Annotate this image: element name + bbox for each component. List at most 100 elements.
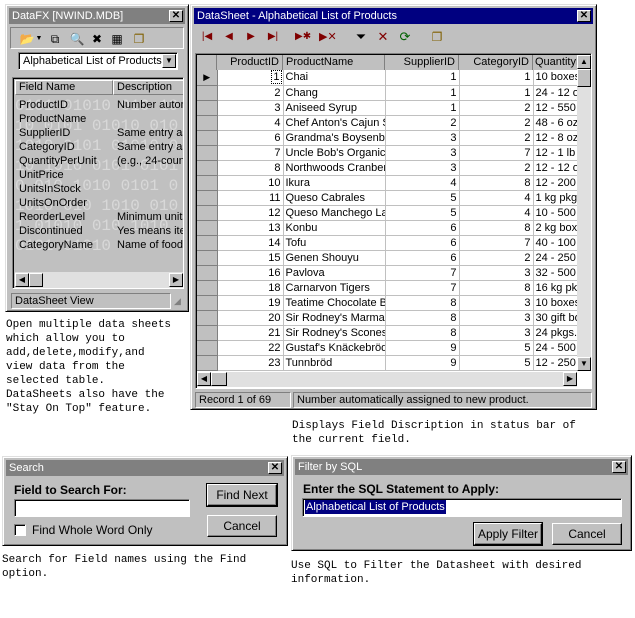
table-row[interactable]: 20 Sir Rodney's Marmal 8 3 30 gift bo [197,310,578,326]
table-row[interactable]: 21 Sir Rodney's Scones 8 3 24 pkgs. [197,325,578,341]
grid-cell[interactable]: 5 [459,355,534,371]
close-icon[interactable]: ✕ [612,461,626,473]
grid-cell[interactable]: 13 [217,220,284,236]
field-row[interactable]: ProductName [17,112,183,126]
grid-cell[interactable]: 20 [217,310,284,326]
grid-cell[interactable]: 2 [459,130,534,146]
field-row[interactable]: QuantityPerUnit (e.g., 24-count [17,154,183,168]
grid-cell[interactable]: 11 [217,190,284,206]
table-row[interactable]: 15 Genen Shouyu 6 2 24 - 250 [197,250,578,266]
grid-cell[interactable]: 8 [385,295,460,311]
row-selector[interactable] [197,355,218,371]
grid-cell[interactable]: 4 [385,175,460,191]
grid-cell[interactable]: 19 [217,295,284,311]
remove-filter-icon[interactable]: ✕ [375,29,391,45]
search-cancel-button[interactable]: Cancel [207,515,277,537]
row-selector[interactable] [197,220,218,236]
table-row[interactable]: ▶ 1 Chai 1 1 10 boxes [197,70,578,86]
grid-cell[interactable]: Teatime Chocolate B [283,295,386,311]
field-row[interactable]: UnitsInStock [17,182,183,196]
table-row[interactable]: 8 Northwoods Cranber 3 2 12 - 12 o [197,160,578,176]
table-row[interactable]: 6 Grandma's Boysenbe 3 2 12 - 8 oz [197,130,578,146]
grid-cell[interactable]: 12 [217,205,284,221]
new-record-icon[interactable]: ▶✱ [295,29,311,45]
tools-icon[interactable]: ✖ [89,31,105,47]
grid-cell[interactable]: 2 [385,115,460,131]
grid-cell[interactable]: 5 [385,190,460,206]
active-cell[interactable]: 1 [271,70,282,84]
field-name-header[interactable]: Field Name [15,80,113,95]
row-selector[interactable] [197,280,218,296]
scroll-left-icon[interactable]: ◀ [15,273,29,287]
grid-cell[interactable]: 10 boxes [533,70,578,86]
datasheet-title-bar[interactable]: DataSheet - Alphabetical List of Product… [194,8,593,24]
close-icon[interactable]: ✕ [169,10,183,22]
grid-cell[interactable]: 14 [217,235,284,251]
grid-cell[interactable]: Sir Rodney's Marmal [283,310,386,326]
grid-cell[interactable]: Chef Anton's Cajun S [283,115,386,131]
column-header[interactable]: CategoryID [459,55,533,70]
grid-cell[interactable]: 10 boxes [533,295,578,311]
table-row[interactable]: 11 Queso Cabrales 5 4 1 kg pkg [197,190,578,206]
grid-cell[interactable]: 7 [217,145,284,161]
grid-cell[interactable]: Chang [283,85,386,101]
row-selector[interactable] [197,175,218,191]
grid-cell[interactable]: 3 [459,295,534,311]
grid-cell[interactable]: Grandma's Boysenbe [283,130,386,146]
table-row[interactable]: 23 Tunnbröd 9 5 12 - 250 [197,355,578,371]
table-row[interactable]: 10 Ikura 4 8 12 - 200 [197,175,578,191]
grid-cell[interactable]: 32 - 500 [533,265,578,281]
grid-cell[interactable]: 9 [385,355,460,371]
row-selector[interactable] [197,265,218,281]
grid-cell[interactable]: 40 - 100 [533,235,578,251]
grid-cell[interactable]: 12 - 550 [533,100,578,116]
dropdown-arrow-icon[interactable]: ▼ [35,31,43,47]
row-selector[interactable] [197,310,218,326]
grid-cell[interactable]: Uncle Bob's Organic [283,145,386,161]
grid-cell[interactable]: 2 kg box [533,220,578,236]
copy-icon[interactable]: ⧉ [47,31,63,47]
datafx-title-bar[interactable]: DataFX [NWIND.MDB] ✕ [9,8,185,24]
close-icon[interactable]: ✕ [268,462,282,474]
column-header[interactable]: SupplierID [385,55,459,70]
filter-icon[interactable]: ⏷ [353,29,369,45]
table-row[interactable]: 3 Aniseed Syrup 1 2 12 - 550 [197,100,578,116]
search-icon[interactable]: 🔍 [69,31,85,47]
grid-cell[interactable]: 1 [385,70,460,86]
grid-cell[interactable]: 16 kg pk [533,280,578,296]
grid-cell[interactable]: Sir Rodney's Scones [283,325,386,341]
grid-cell[interactable]: 2 [217,85,284,101]
grid-cell[interactable]: Pavlova [283,265,386,281]
grid-cell[interactable]: 1 [385,85,460,101]
scroll-down-icon[interactable]: ▼ [577,357,591,371]
grid-cell[interactable]: Tunnbröd [283,355,386,371]
field-row[interactable]: UnitPrice [17,168,183,182]
scroll-thumb[interactable] [577,69,591,87]
table-row[interactable]: 18 Carnarvon Tigers 7 8 16 kg pk [197,280,578,296]
grid-cell[interactable]: 30 gift bo [533,310,578,326]
grid-cell[interactable]: 6 [385,235,460,251]
scroll-right-icon[interactable]: ▶ [169,273,183,287]
datasheet-grid[interactable]: ProductID ProductName SupplierID Categor… [195,53,592,389]
close-icon[interactable]: ✕ [577,10,591,22]
row-selector[interactable] [197,190,218,206]
table-row[interactable]: 13 Konbu 6 8 2 kg box [197,220,578,236]
row-selector[interactable] [197,235,218,251]
column-header[interactable]: QuantityP [533,55,583,70]
grid-cell[interactable]: Queso Cabrales [283,190,386,206]
grid-cell[interactable]: Northwoods Cranber [283,160,386,176]
grid-cell[interactable]: 21 [217,325,284,341]
grid-cell[interactable]: 8 [385,325,460,341]
grid-cell[interactable]: Chai [283,70,386,86]
filter-title-bar[interactable]: Filter by SQL ✕ [295,459,628,475]
table-row[interactable]: 4 Chef Anton's Cajun S 2 2 48 - 6 oz [197,115,578,131]
grid-cell[interactable]: 3 [385,160,460,176]
row-selector[interactable] [197,250,218,266]
grid-cell[interactable]: 5 [385,205,460,221]
table-row[interactable]: 2 Chang 1 1 24 - 12 o [197,85,578,101]
last-record-icon[interactable]: ▶| [265,29,281,45]
grid-cell[interactable]: 7 [459,145,534,161]
field-row[interactable]: UnitsOnOrder [17,196,183,210]
grid-cell[interactable]: 12 - 200 [533,175,578,191]
table-row[interactable]: 19 Teatime Chocolate B 8 3 10 boxes [197,295,578,311]
